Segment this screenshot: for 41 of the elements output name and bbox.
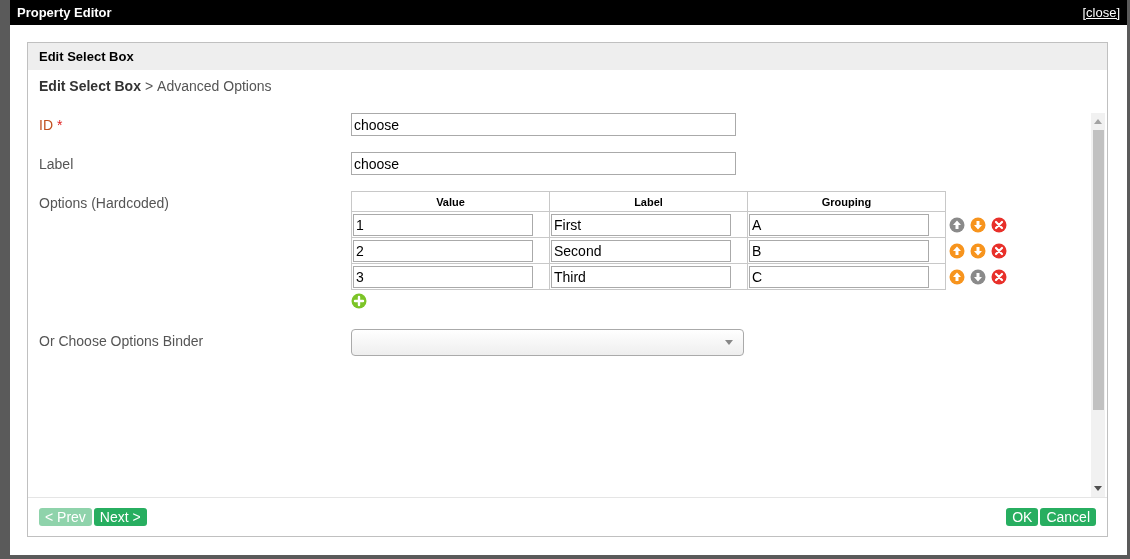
delete-icon[interactable] [991, 243, 1007, 259]
column-header: Value [351, 191, 550, 212]
field-label: Options (Hardcoded) [39, 195, 169, 211]
breadcrumb-parent: Edit Select Box [39, 77, 141, 96]
field-label: Label [39, 155, 74, 174]
option-field[interactable]: B [749, 239, 929, 262]
option-field[interactable]: First [551, 213, 731, 236]
field-label: Or Choose Options Binder [39, 333, 204, 349]
text-field[interactable]: choose [351, 152, 736, 175]
option-field[interactable]: Third [551, 265, 731, 288]
scroll-up-icon[interactable] [1094, 119, 1102, 124]
arrow-down-icon[interactable] [970, 269, 986, 285]
column-header: Label [549, 191, 748, 212]
caret-icon [725, 340, 733, 345]
binder-select[interactable] [351, 329, 744, 356]
breadcrumb-current: Advanced Options [157, 77, 272, 96]
delete-icon[interactable] [991, 269, 1007, 285]
text-field[interactable]: choose [351, 113, 736, 136]
option-field[interactable]: 1 [353, 213, 533, 236]
column-header: Grouping [747, 191, 946, 212]
breadcrumb-separator: > [144, 77, 154, 96]
field-label: ID [39, 116, 53, 135]
option-field[interactable]: 2 [353, 239, 533, 262]
arrow-down-icon[interactable] [970, 243, 986, 259]
option-field[interactable]: A [749, 213, 929, 236]
scroll-down-icon[interactable] [1094, 486, 1102, 491]
arrow-down-icon[interactable] [970, 217, 986, 233]
scroll-thumb[interactable] [1092, 130, 1104, 410]
option-field[interactable]: 3 [353, 265, 533, 288]
arrow-up-icon[interactable] [949, 269, 965, 285]
add-icon[interactable] [351, 293, 367, 309]
close-link[interactable]: [close] [1082, 2, 1120, 23]
window-title: Property Editor [17, 3, 112, 22]
scrollbar[interactable] [1091, 113, 1105, 497]
required-mark: * [57, 116, 63, 135]
arrow-up-icon[interactable] [949, 217, 965, 233]
option-field[interactable]: Second [551, 239, 731, 262]
option-field[interactable]: C [749, 265, 929, 288]
arrow-up-icon[interactable] [949, 243, 965, 259]
delete-icon[interactable] [991, 217, 1007, 233]
panel-title: Edit Select Box [39, 47, 134, 66]
